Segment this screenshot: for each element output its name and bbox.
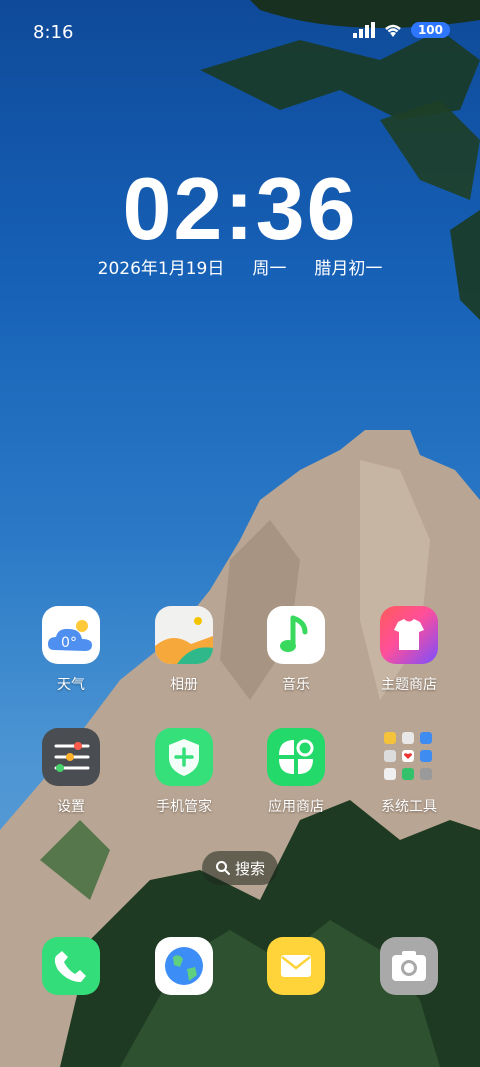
camera-icon <box>380 937 438 995</box>
app-weather[interactable]: 0° 天气 <box>21 606 121 694</box>
dock-camera[interactable] <box>359 937 459 995</box>
date-text: 2026年1月19日 <box>97 259 225 279</box>
app-app-store[interactable]: 应用商店 <box>246 728 346 816</box>
clock-time[interactable]: 02:36 <box>0 158 480 260</box>
weekday-text: 周一 <box>252 259 287 279</box>
status-icons: 100 <box>352 22 450 38</box>
folder-system-tools[interactable]: 系统工具 <box>359 728 459 816</box>
messages-icon <box>267 937 325 995</box>
status-time: 8:16 <box>33 22 74 43</box>
app-label: 天气 <box>57 677 85 693</box>
app-theme-store[interactable]: 主题商店 <box>359 606 459 694</box>
theme-store-icon <box>380 606 438 664</box>
app-label: 音乐 <box>282 677 310 693</box>
dock-messages[interactable] <box>246 937 346 995</box>
app-label: 系统工具 <box>381 799 437 815</box>
search-icon <box>215 861 230 875</box>
search-label: 搜索 <box>234 859 265 878</box>
app-label: 设置 <box>57 799 85 815</box>
system-tools-folder-icon <box>380 728 438 786</box>
dock-browser[interactable] <box>134 937 234 995</box>
phone-icon <box>42 937 100 995</box>
lunar-date-text: 腊月初一 <box>314 259 383 279</box>
app-label: 手机管家 <box>156 799 212 815</box>
app-store-icon <box>267 728 325 786</box>
status-bar: 8:16 100 <box>0 0 480 68</box>
weather-icon: 0° <box>42 606 100 664</box>
app-settings[interactable]: 设置 <box>21 728 121 816</box>
gallery-icon <box>155 606 213 664</box>
app-phone-manager[interactable]: 手机管家 <box>134 728 234 816</box>
dock-phone[interactable] <box>21 937 121 995</box>
app-label: 主题商店 <box>381 677 437 693</box>
phone-manager-icon <box>155 728 213 786</box>
app-label: 应用商店 <box>268 799 324 815</box>
signal-icon <box>352 22 375 38</box>
settings-icon <box>42 728 100 786</box>
app-gallery[interactable]: 相册 <box>134 606 234 694</box>
battery-badge: 100 <box>410 22 450 38</box>
weather-temp: 0° <box>61 635 77 651</box>
app-music[interactable]: 音乐 <box>246 606 346 694</box>
date-row: 2026年1月19日 周一 腊月初一 <box>0 254 480 279</box>
wifi-icon <box>385 24 401 37</box>
music-icon <box>267 606 325 664</box>
search-button[interactable]: 搜索 <box>202 851 278 885</box>
browser-icon <box>155 937 213 995</box>
app-label: 相册 <box>170 677 198 693</box>
